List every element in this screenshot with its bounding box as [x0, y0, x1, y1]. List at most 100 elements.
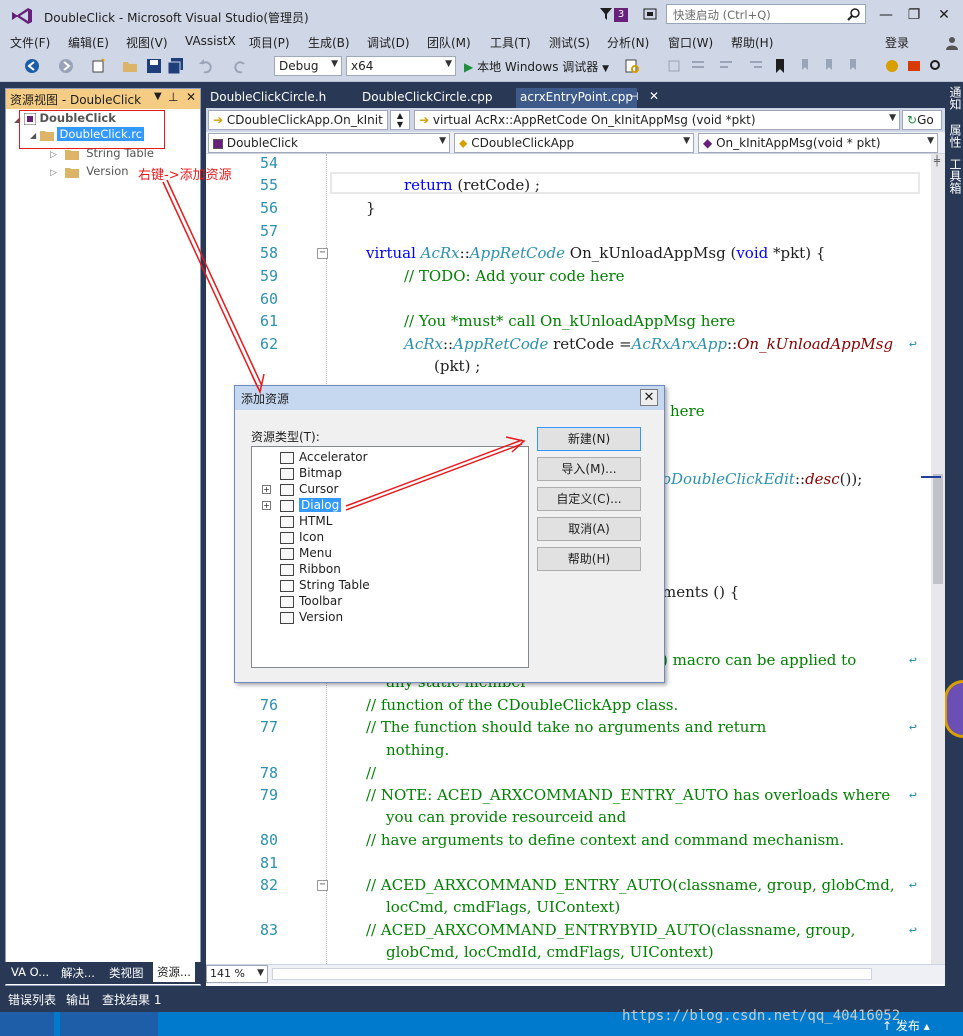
tab-output[interactable]: 输出 — [62, 989, 94, 1010]
tab-doubleclickcircle-cpp[interactable]: DoubleClickCircle.cpp — [358, 88, 496, 108]
list-item-menu[interactable]: Menu — [280, 545, 332, 561]
minimize-icon[interactable]: — — [874, 4, 898, 26]
tab-doubleclickcircle-h[interactable]: DoubleClickCircle.h — [206, 88, 330, 108]
properties-tab[interactable]: 属性 — [947, 124, 962, 148]
outdent-icon[interactable] — [748, 58, 764, 74]
forward-icon[interactable] — [58, 58, 74, 74]
save-icon[interactable] — [146, 58, 162, 74]
open-file-icon[interactable] — [122, 58, 138, 74]
list-item-string-table[interactable]: String Table — [280, 577, 370, 593]
menu-team[interactable]: 团队(M) — [427, 34, 471, 51]
list-item-version[interactable]: Version — [280, 609, 343, 625]
filter-icon[interactable] — [600, 8, 612, 20]
menu-debug[interactable]: 调试(D) — [367, 34, 410, 51]
tab-find-results[interactable]: 查找结果 1 — [98, 989, 165, 1010]
horizontal-scrollbar[interactable] — [272, 968, 872, 980]
member-select[interactable]: ➔ virtual AcRx::AppRetCode On_kInitAppMs… — [414, 110, 900, 130]
menu-view[interactable]: 视图(V) — [126, 34, 168, 51]
close-panel-icon[interactable]: ✕ — [186, 90, 196, 104]
menu-build[interactable]: 生成(B) — [308, 34, 350, 51]
project-select[interactable]: DoubleClick ▼ — [208, 133, 450, 153]
go-button[interactable]: ↻Go — [902, 110, 942, 130]
tab-solution[interactable]: 解决... — [57, 963, 99, 983]
close-tab-icon[interactable]: ✕ — [649, 89, 659, 103]
menu-window[interactable]: 窗口(W) — [668, 34, 713, 51]
search-icon[interactable] — [847, 7, 861, 21]
tab-va-outline[interactable]: VA O... — [7, 963, 53, 981]
feedback-icon[interactable] — [642, 6, 658, 22]
start-debugger-button[interactable]: ▶ 本地 Windows 调试器 ▼ — [464, 58, 609, 75]
save-all-icon[interactable] — [168, 58, 184, 74]
notification-badge[interactable]: 3 — [614, 8, 628, 22]
resource-type-list[interactable]: Accelerator Bitmap + Cursor + Dialog HTM… — [251, 446, 529, 668]
list-item-dialog[interactable]: Dialog — [280, 497, 342, 513]
configuration-select[interactable]: Debug ▼ — [274, 56, 342, 76]
pin-icon[interactable]: ⊥ — [168, 90, 178, 104]
custom-button[interactable]: 自定义(C)... — [537, 487, 641, 511]
panel-menu-icon[interactable]: ▼ — [154, 91, 162, 102]
notifications-tab[interactable]: 通知 — [947, 86, 962, 110]
undo-icon[interactable] — [198, 58, 214, 74]
redo-icon[interactable] — [232, 58, 248, 74]
list-item-toolbar[interactable]: Toolbar — [280, 593, 342, 609]
expand-icon[interactable]: + — [262, 485, 271, 494]
collapse-icon[interactable]: − — [317, 880, 328, 891]
pin-icon[interactable]: ⊣ — [629, 90, 639, 103]
back-icon[interactable] — [24, 58, 40, 74]
menu-file[interactable]: 文件(F) — [10, 34, 50, 51]
floating-assistant-icon[interactable] — [944, 680, 963, 738]
quick-launch-input[interactable]: 快速启动 (Ctrl+Q) — [666, 4, 866, 24]
zoom-select[interactable]: 141 % ▼ — [206, 965, 268, 983]
new-project-icon[interactable] — [90, 58, 106, 74]
class-select[interactable]: ⬥ CDoubleClickApp ▼ — [454, 133, 694, 153]
uncomment-icon[interactable] — [718, 58, 734, 74]
tab-resource-view[interactable]: 资源... — [153, 962, 195, 982]
list-item-accelerator[interactable]: Accelerator — [280, 449, 368, 465]
next-bookmark-icon[interactable] — [820, 58, 836, 74]
scope-select[interactable]: ➔ CDoubleClickApp.On_kInit — [208, 110, 388, 130]
menu-test[interactable]: 测试(S) — [549, 34, 590, 51]
extensions-icon[interactable] — [884, 58, 900, 74]
account-icon[interactable] — [944, 35, 960, 51]
list-item-bitmap[interactable]: Bitmap — [280, 465, 342, 481]
menu-analyze[interactable]: 分析(N) — [607, 34, 649, 51]
cancel-button[interactable]: 取消(A) — [537, 517, 641, 541]
comment-icon[interactable] — [690, 58, 706, 74]
list-item-ribbon[interactable]: Ribbon — [280, 561, 341, 577]
find-in-files-icon[interactable] — [624, 58, 640, 74]
function-select[interactable]: ◆ On_kInitAppMsg(void * pkt) ▼ — [698, 133, 938, 153]
menu-vassistx[interactable]: VAssistX — [185, 34, 236, 48]
tab-error-list[interactable]: 错误列表 — [4, 989, 60, 1010]
list-item-html[interactable]: HTML — [280, 513, 332, 529]
collapse-icon[interactable]: − — [317, 248, 328, 259]
expand-icon[interactable]: + — [262, 501, 271, 510]
maximize-icon[interactable]: ❐ — [902, 4, 926, 26]
menu-help[interactable]: 帮助(H) — [731, 34, 773, 51]
import-button[interactable]: 导入(M)... — [537, 457, 641, 481]
bookmark-icon[interactable] — [772, 58, 788, 74]
split-icon[interactable]: ╪ — [934, 156, 940, 167]
close-icon[interactable]: ✕ — [932, 4, 956, 26]
tab-acrxentrypoint-cpp[interactable]: acrxEntryPoint.cpp — [516, 88, 638, 108]
step-icon[interactable] — [666, 58, 682, 74]
menu-project[interactable]: 项目(P) — [249, 34, 290, 51]
menu-tools[interactable]: 工具(T) — [490, 34, 531, 51]
tree-item-version[interactable]: ▷ Version — [50, 164, 129, 178]
search-tool-icon[interactable] — [928, 58, 944, 74]
menu-edit[interactable]: 编辑(E) — [68, 34, 109, 51]
settings-icon[interactable] — [906, 58, 922, 74]
clear-bookmarks-icon[interactable] — [844, 58, 860, 74]
toolbox-tab[interactable]: 工具箱 — [947, 158, 962, 194]
vertical-scrollbar[interactable]: ╪ — [921, 154, 945, 964]
login-link[interactable]: 登录 — [885, 34, 909, 51]
list-item-cursor[interactable]: Cursor — [280, 481, 338, 497]
tab-class-view[interactable]: 类视图 — [105, 963, 148, 983]
scope-spinner[interactable]: ▲ ▼ — [390, 110, 410, 130]
new-button[interactable]: 新建(N) — [537, 427, 641, 451]
list-item-icon[interactable]: Icon — [280, 529, 324, 545]
platform-select[interactable]: x64 ▼ — [346, 56, 456, 76]
scrollbar-thumb[interactable] — [933, 474, 943, 584]
prev-bookmark-icon[interactable] — [796, 58, 812, 74]
help-button[interactable]: 帮助(H) — [537, 547, 641, 571]
close-icon[interactable]: ✕ — [640, 389, 658, 406]
